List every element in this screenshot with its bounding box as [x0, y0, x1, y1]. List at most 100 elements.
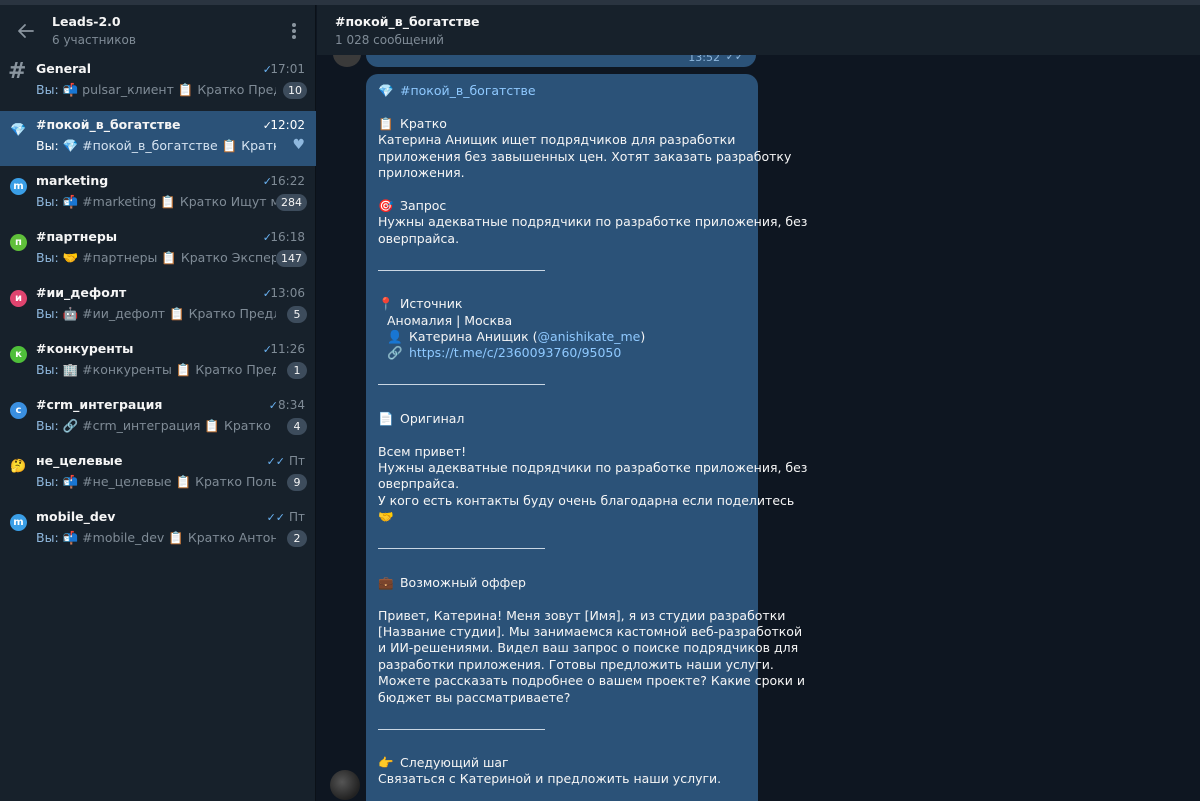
chat-item-mobile-dev[interactable]: m mobile_dev ✓✓ Пт Вы: 📬 #mobile_dev 📋 К… — [0, 503, 316, 558]
sender-avatar[interactable] — [330, 770, 360, 800]
text-line: Нужны адекватные подрядчики по разработк… — [378, 214, 808, 229]
chat-name: #конкуренты — [36, 341, 134, 356]
letter-i-avatar: и — [10, 290, 27, 307]
section-offer-title: 💼 Возможный оффер — [378, 575, 526, 590]
chat-preview: Вы: 🤝 #партнеры 📋 Кратко Экспер… — [36, 250, 276, 265]
message-tag: 💎 #покой_в_богатстве — [378, 83, 536, 98]
letter-k-avatar: к — [10, 346, 27, 363]
chat-item-marketing[interactable]: m marketing ✓ 16:22 Вы: 📬 #marketing 📋 К… — [0, 167, 316, 222]
chat-preview: Вы: 🤖 #ии_дефолт 📋 Кратко Предло… — [36, 306, 276, 321]
chat-time: 16:22 — [270, 174, 305, 188]
divider — [378, 729, 545, 730]
divider — [378, 384, 545, 385]
chat-name: #партнеры — [36, 229, 118, 244]
text-line: Всем привет! — [378, 444, 467, 459]
text-line: оверпрайса. — [378, 476, 460, 491]
chat-item-ii-default[interactable]: и #ии_дефолт ✓ 13:06 Вы: 🤖 #ии_дефолт 📋 … — [0, 279, 316, 334]
chat-name: General — [36, 61, 91, 76]
user-handle-link[interactable]: @anishikate_me — [538, 329, 641, 344]
person-icon: 👤 — [387, 329, 403, 344]
diamond-icon: 💎 — [10, 123, 27, 138]
chat-item-konkurenty[interactable]: к #конкуренты ✓ 11:26 Вы: 🏢 #конкуренты … — [0, 335, 316, 390]
unread-badge: 5 — [287, 306, 307, 323]
chat-name: mobile_dev — [36, 509, 116, 524]
more-vertical-icon[interactable] — [283, 19, 305, 43]
message-bubble[interactable]: 💎 #покой_в_богатстве 📋 Кратко Катерина А… — [366, 74, 807, 801]
chat-title[interactable]: #покой_в_богатстве — [335, 14, 480, 29]
chat-name: #ии_дефолт — [36, 285, 127, 300]
chat-preview: Вы: 💎 #покой_в_богатстве 📋 Кратко … — [36, 138, 276, 153]
unread-badge: 10 — [283, 82, 307, 99]
chat-item-pokoy[interactable]: 💎 #покой_в_богатстве ✓ 12:02 Вы: 💎 #поко… — [0, 111, 316, 166]
chat-preview: Вы: 📬 pulsar_клиент 📋 Кратко Пред… — [36, 82, 276, 97]
unread-badge: 9 — [287, 474, 307, 491]
chat-time: Пт — [288, 510, 305, 524]
chat-time: 8:34 — [278, 398, 305, 412]
link-icon: 🔗 — [387, 345, 403, 360]
section-kratko-title: 📋 Кратко — [378, 116, 447, 131]
chat-name: #crm_интеграция — [36, 397, 163, 412]
divider — [378, 548, 545, 549]
text-line: приложения. — [378, 165, 465, 180]
text-line: Нужны адекватные подрядчики по разработк… — [378, 460, 808, 475]
heart-icon: ♥ — [292, 137, 305, 153]
target-icon: 🎯 — [378, 198, 394, 213]
chat-item-general[interactable]: # General ✓ 17:01 Вы: 📬 pulsar_клиент 📋 … — [0, 55, 316, 110]
divider — [378, 270, 545, 271]
chat-preview: Вы: 📬 #не_целевые 📋 Кратко Польз… — [36, 474, 276, 489]
source-person: 👤 Катерина Анищик (@anishikate_me) — [387, 329, 646, 344]
message-area[interactable]: 13:52 ✓✓ 💎 #покой_в_богатстве 📋 Кратко К… — [317, 55, 1200, 801]
clipboard-icon: 📋 — [378, 116, 394, 131]
chat-preview: Вы: 📬 #marketing 📋 Кратко Ищут м… — [36, 194, 276, 209]
unread-badge: 4 — [287, 418, 307, 435]
message-count: 1 028 сообщений — [335, 33, 444, 47]
chat-item-partnery[interactable]: п #партнеры ✓ 16:18 Вы: 🤝 #партнеры 📋 Кр… — [0, 223, 316, 278]
chat-time: 12:02 — [270, 118, 305, 132]
handshake-icon: 🤝 — [378, 509, 394, 524]
group-title: Leads-2.0 — [52, 14, 121, 29]
read-double-check-icon: ✓✓ — [266, 511, 285, 524]
letter-c-avatar: c — [10, 402, 27, 419]
source-link-row: 🔗 https://t.me/c/2360093760/95050 — [387, 345, 621, 361]
letter-p-avatar: п — [10, 234, 27, 251]
chat-item-crm[interactable]: c #crm_интеграция ✓ 8:34 Вы: 🔗 #crm_инте… — [0, 391, 316, 446]
section-original-title: 📄 Оригинал — [378, 411, 465, 426]
read-check-icon: ✓ — [268, 399, 278, 412]
text-line: Связаться с Катериной и предложить наши … — [378, 771, 722, 786]
chat-name: marketing — [36, 173, 109, 188]
chat-list-sidebar: Leads-2.0 6 участников # General ✓ 17:01… — [0, 5, 316, 801]
section-zapros-title: 🎯 Запрос — [378, 198, 447, 213]
chat-name: не_целевые — [36, 453, 123, 468]
chat-preview: Вы: 🔗 #crm_интеграция 📋 Кратко По… — [36, 418, 276, 433]
briefcase-icon: 💼 — [378, 575, 394, 590]
chat-time: 16:18 — [270, 230, 305, 244]
text-line: бюджет вы рассматриваете? — [378, 690, 571, 705]
chat-time: 17:01 — [270, 62, 305, 76]
chat-item-ne-tselevye[interactable]: 🤔 не_целевые ✓✓ Пт Вы: 📬 #не_целевые 📋 К… — [0, 447, 316, 502]
chat-preview: Вы: 📬 #mobile_dev 📋 Кратко Антон К… — [36, 530, 276, 545]
text-line: приложения без завышенных цен. Хотят зак… — [378, 149, 792, 164]
chat-time: Пт — [288, 454, 305, 468]
text-line: разработки приложения. Готовы предложить… — [378, 657, 774, 672]
source-link[interactable]: https://t.me/c/2360093760/95050 — [409, 345, 621, 360]
thinking-emoji-icon: 🤔 — [10, 459, 27, 474]
diamond-icon: 💎 — [378, 83, 394, 98]
document-icon: 📄 — [378, 411, 394, 426]
sidebar-header: Leads-2.0 6 участников — [0, 5, 316, 55]
text-line: Привет, Катерина! Меня зовут [Имя], я из… — [378, 608, 786, 623]
chat-preview: Вы: 🏢 #конкуренты 📋 Кратко Предл… — [36, 362, 276, 377]
previous-message-bubble[interactable]: 13:52 ✓✓ — [366, 55, 756, 67]
letter-m2-avatar: m — [10, 514, 27, 531]
back-arrow-icon[interactable] — [14, 19, 38, 43]
read-double-check-icon: ✓✓ — [266, 455, 285, 468]
pointing-hand-icon: 👉 — [378, 755, 394, 770]
section-next-title: 👉 Следующий шаг — [378, 755, 509, 770]
chat-time: 11:26 — [270, 342, 305, 356]
sender-avatar[interactable] — [333, 55, 361, 67]
unread-badge: 147 — [276, 250, 307, 267]
text-line: и ИИ-решениями. Видел ваш запрос о поиск… — [378, 640, 799, 655]
chat-name: #покой_в_богатстве — [36, 117, 181, 132]
chat-time: 13:06 — [270, 286, 305, 300]
source-place: Аномалия | Москва — [387, 313, 513, 328]
letter-m-avatar: m — [10, 178, 27, 195]
